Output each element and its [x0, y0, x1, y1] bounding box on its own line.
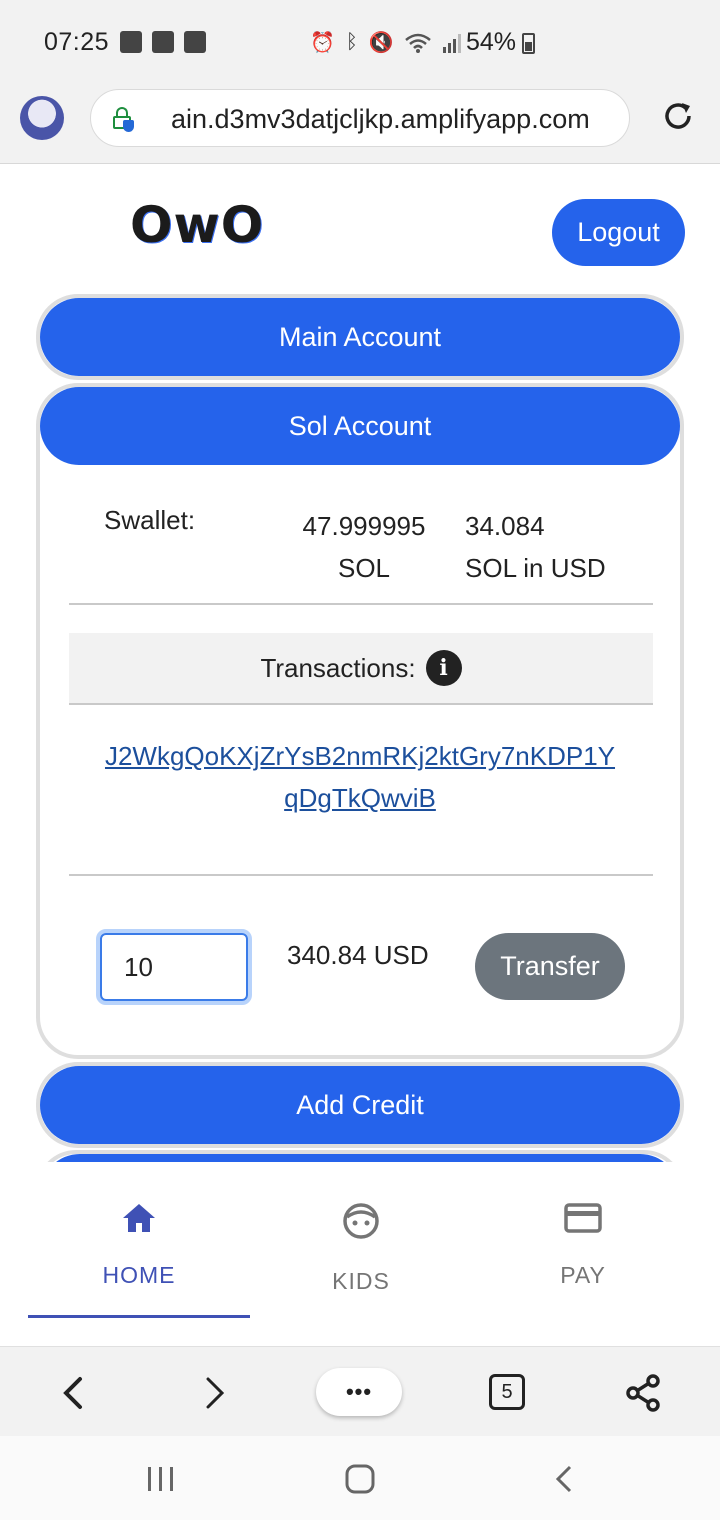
home-icon [123, 1204, 155, 1232]
amount-input-wrapper [96, 929, 252, 1005]
main-account-section: Main Account [36, 294, 684, 380]
battery-icon [522, 33, 535, 54]
alarm-icon: ⏰ [310, 32, 335, 54]
system-icons: ⏰ ᛒ 🔇 [310, 30, 464, 55]
address-bar: ain.d3mv3datjcljkp.amplifyapp.com [0, 84, 720, 164]
add-credit-section: Add Credit [36, 1062, 684, 1148]
credit-card-icon [564, 1203, 602, 1233]
transactions-label: Transactions: [260, 652, 416, 683]
transfer-usd-value: 340.84 USD [287, 940, 429, 970]
signal-icon [442, 33, 461, 53]
main-account-header[interactable]: Main Account [40, 298, 680, 376]
sol-amount: 47.999995 [302, 511, 426, 541]
logout-button[interactable]: Logout [552, 199, 685, 266]
browser-toolbar: ••• 5 [0, 1346, 720, 1436]
transaction-link[interactable]: J2WkgQoKXjZrYsB2nmRKj2ktGry7nKDP1YqDgTkQ… [100, 735, 620, 819]
system-back-icon[interactable] [550, 1464, 580, 1494]
lock-icon[interactable] [113, 107, 134, 132]
url-text[interactable]: ain.d3mv3datjcljkp.amplifyapp.com [171, 104, 590, 135]
sol-account-header[interactable]: Sol Account [40, 387, 680, 465]
add-credit-header[interactable]: Add Credit [40, 1066, 680, 1144]
status-time: 07:25 [44, 28, 110, 56]
divider [69, 874, 653, 876]
back-icon[interactable] [50, 1369, 98, 1417]
transfer-button[interactable]: Transfer [475, 933, 625, 1000]
brand-logo[interactable]: OwO [130, 196, 264, 254]
more-menu-button[interactable]: ••• [316, 1368, 402, 1416]
home-system-icon[interactable] [344, 1464, 378, 1494]
info-icon[interactable]: i [425, 650, 462, 686]
image-icon [120, 31, 142, 53]
battery-percent: 54% [466, 28, 517, 56]
sd-card-icon [152, 31, 174, 53]
notification-icons [120, 31, 206, 53]
sol-balance: 47.999995 SOL [294, 505, 434, 589]
divider [69, 603, 653, 605]
bottom-navigation: HOME KIDS PAY [0, 1162, 720, 1346]
status-bar: 07:25 ⏰ ᛒ 🔇 54% [0, 0, 720, 84]
nav-kids-label: KIDS [332, 1268, 390, 1294]
sol-unit: SOL [337, 553, 391, 583]
nav-home[interactable]: HOME [28, 1202, 250, 1322]
sigma-icon [184, 31, 206, 53]
nav-active-indicator [28, 1315, 250, 1318]
transactions-header: Transactions: i [69, 633, 653, 705]
sol-account-section: Sol Account Swallet: 47.999995 SOL 34.08… [36, 383, 684, 1059]
tabs-button[interactable]: 5 [489, 1374, 525, 1410]
url-field[interactable]: ain.d3mv3datjcljkp.amplifyapp.com [90, 89, 630, 147]
nav-pay-label: PAY [560, 1262, 606, 1288]
mute-icon: 🔇 [368, 32, 394, 54]
nav-home-label: HOME [102, 1262, 176, 1288]
nav-pay[interactable]: PAY [472, 1202, 694, 1322]
reload-icon[interactable] [660, 98, 696, 134]
wifi-icon [405, 33, 431, 53]
forward-icon[interactable] [190, 1369, 238, 1417]
share-icon[interactable] [620, 1369, 668, 1417]
amount-input[interactable] [100, 933, 248, 1001]
face-icon [343, 1203, 379, 1239]
site-avatar-icon[interactable] [20, 96, 64, 140]
system-navigation-bar [0, 1436, 720, 1520]
usd-unit: SOL in USD [465, 553, 606, 583]
nav-kids[interactable]: KIDS [250, 1202, 472, 1322]
recent-apps-icon[interactable] [144, 1464, 178, 1494]
wallet-row: Swallet: 47.999995 SOL 34.084 SOL in USD [104, 505, 644, 595]
wallet-label: Swallet: [104, 505, 196, 535]
bluetooth-icon: ᛒ [345, 31, 358, 53]
usd-amount: 34.084 [465, 511, 545, 541]
usd-balance: 34.084 SOL in USD [465, 505, 606, 589]
